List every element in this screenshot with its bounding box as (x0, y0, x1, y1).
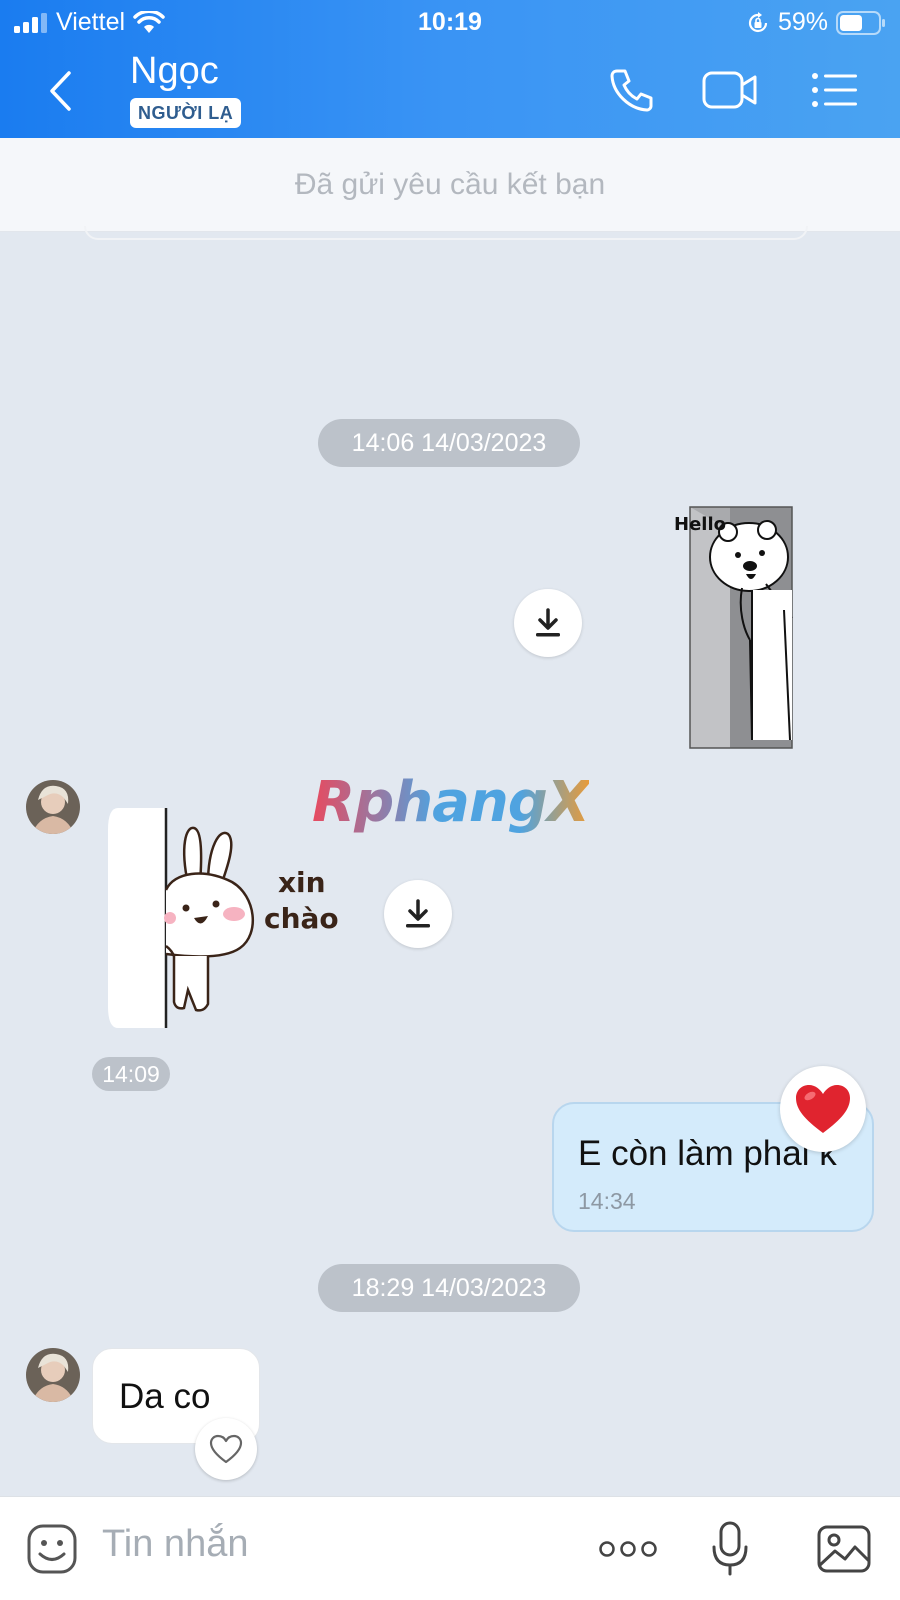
message-input[interactable]: Tin nhắn (102, 1523, 248, 1566)
avatar-image (26, 1348, 80, 1402)
status-bar: Viettel 10:19 59% (0, 0, 900, 46)
more-icon (599, 1541, 657, 1557)
voice-call-button[interactable] (604, 66, 660, 114)
hello-bear-sticker[interactable]: Hello (666, 500, 796, 750)
more-options-button[interactable] (596, 1519, 660, 1579)
video-call-button[interactable] (702, 66, 758, 114)
back-button[interactable] (40, 66, 80, 116)
emoji-icon (27, 1524, 77, 1574)
microphone-icon (712, 1521, 748, 1576)
gallery-button[interactable] (814, 1519, 874, 1579)
download-icon (406, 899, 430, 928)
rotation-lock-icon (748, 11, 768, 32)
chao-sticker-text: chào (264, 902, 339, 935)
contact-avatar[interactable] (26, 780, 80, 834)
download-sticker-button[interactable] (514, 589, 582, 657)
contact-avatar[interactable] (26, 1348, 80, 1402)
heart-reaction[interactable] (780, 1066, 866, 1152)
contact-name[interactable]: Ngọc (130, 50, 219, 93)
heart-outline-icon (209, 1434, 243, 1464)
image-icon (817, 1525, 871, 1573)
stranger-badge: NGƯỜI LẠ (130, 98, 242, 128)
phone-icon (610, 69, 653, 112)
download-icon (536, 608, 560, 637)
xin-chao-bunny-sticker[interactable]: xin chào (104, 806, 354, 1030)
back-icon (50, 71, 71, 111)
heart-icon (796, 1085, 850, 1133)
banner-card-edge (84, 226, 808, 240)
download-sticker-button[interactable] (384, 880, 452, 948)
video-icon (702, 71, 757, 109)
menu-icon (812, 73, 857, 107)
friend-request-status: Đã gửi yêu cầu kết bạn (0, 138, 900, 232)
chat-header: Viettel 10:19 59% Ngọc NGƯỜI LẠ (0, 0, 900, 138)
battery-percent: 59% (777, 8, 828, 36)
message-time: 14:09 (92, 1057, 170, 1091)
sticker-button[interactable] (22, 1519, 82, 1579)
battery-icon (836, 10, 885, 35)
react-button[interactable] (195, 1418, 257, 1480)
message-input-bar: Tin nhắn (0, 1496, 900, 1600)
time-separator: 14:06 14/03/2023 (318, 419, 580, 467)
message-time: 14:34 (578, 1188, 636, 1214)
hello-sticker-text: Hello (674, 514, 726, 535)
voice-message-button[interactable] (700, 1519, 760, 1579)
status-right: 59% (746, 8, 886, 37)
xin-sticker-text: xin (278, 866, 326, 899)
time-separator: 18:29 14/03/2023 (318, 1264, 580, 1312)
avatar-image (26, 780, 80, 834)
message-text: Da co (119, 1377, 211, 1416)
chat-options-button[interactable] (806, 66, 862, 114)
